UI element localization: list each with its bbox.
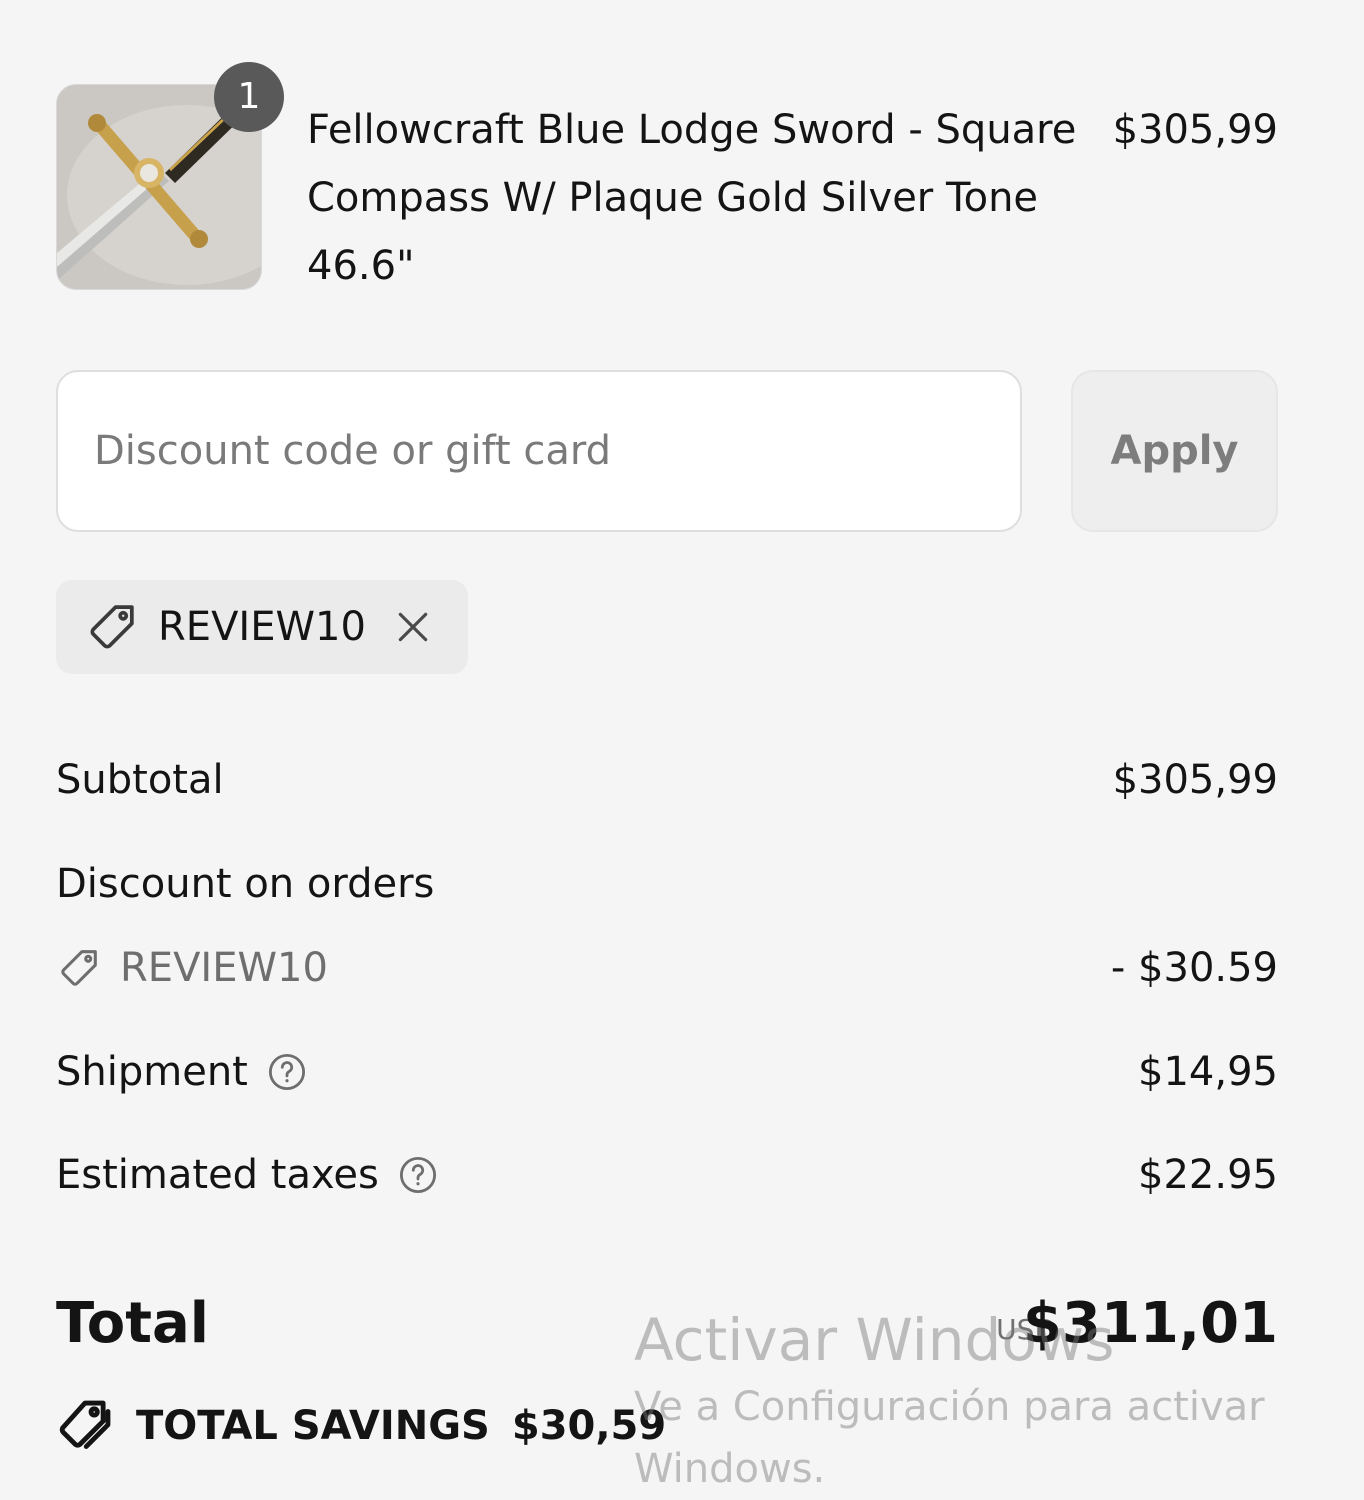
product-price: $305,99 [1112, 107, 1278, 153]
help-icon[interactable] [266, 1051, 308, 1093]
product-title: Fellowcraft Blue Lodge Sword - Square Co… [307, 107, 1077, 289]
taxes-value: $22.95 [1138, 1152, 1278, 1198]
total-amount: $311,01 [1022, 1291, 1278, 1356]
subtotal-value: $305,99 [1112, 757, 1278, 803]
discount-value: - $30.59 [1110, 945, 1278, 991]
subtotal-row: Subtotal $305,99 [56, 750, 1278, 810]
discount-code-text: REVIEW10 [120, 945, 328, 991]
discount-code-row: REVIEW10 - $30.59 [56, 938, 1278, 998]
tag-icon [84, 599, 140, 655]
taxes-label-wrap: Estimated taxes [56, 1145, 439, 1205]
total-savings: TOTAL SAVINGS $30,59 [56, 1394, 666, 1458]
taxes-label: Estimated taxes [56, 1152, 379, 1198]
discount-code-input[interactable] [56, 370, 1022, 532]
total-label: Total [56, 1291, 209, 1356]
discount-heading-row: Discount on orders [56, 854, 1278, 914]
savings-value: $30,59 [511, 1403, 667, 1449]
watermark-subtitle: Ve a Configuración para activar Windows. [634, 1384, 1265, 1492]
taxes-row: Estimated taxes $22.95 [56, 1145, 1278, 1205]
shipment-label: Shipment [56, 1049, 248, 1095]
product-thumbnail-wrapper: 1 [56, 62, 284, 290]
applied-code-label: REVIEW10 [158, 604, 366, 650]
help-icon[interactable] [397, 1154, 439, 1196]
line-item: 1 Fellowcraft Blue Lodge Sword - Square … [56, 62, 1278, 294]
apply-button[interactable]: Apply [1071, 370, 1278, 532]
subtotal-label: Subtotal [56, 757, 224, 803]
total-row: Total USD $311,01 [56, 1284, 1278, 1364]
discount-label: Discount on orders [56, 861, 435, 907]
close-icon [398, 612, 428, 642]
discount-code-label-wrap: REVIEW10 [56, 938, 328, 998]
savings-label: TOTAL SAVINGS [136, 1403, 490, 1449]
discount-form: Apply [56, 370, 1278, 532]
tag-icon [56, 945, 102, 991]
tags-icon [56, 1397, 114, 1455]
remove-discount-button[interactable] [394, 608, 432, 646]
applied-discount-chip: REVIEW10 [56, 580, 468, 674]
shipment-value: $14,95 [1138, 1049, 1278, 1095]
quantity-badge: 1 [214, 62, 284, 132]
shipment-row: Shipment $14,95 [56, 1042, 1278, 1102]
shipment-label-wrap: Shipment [56, 1042, 308, 1102]
